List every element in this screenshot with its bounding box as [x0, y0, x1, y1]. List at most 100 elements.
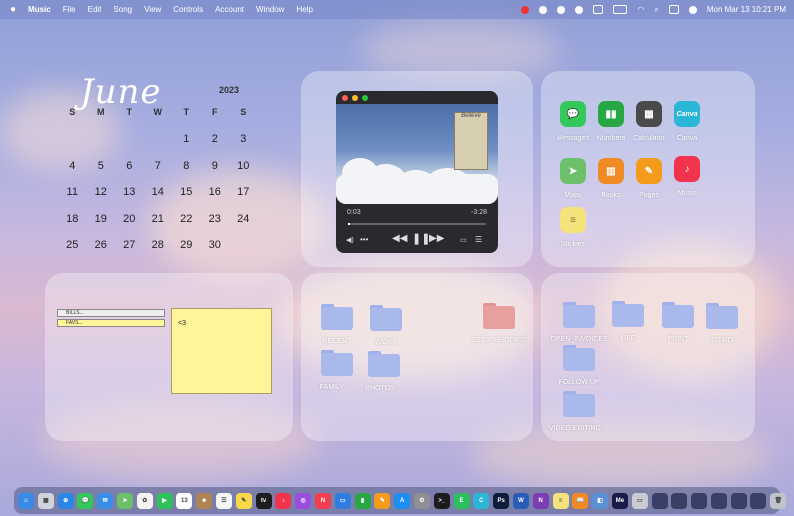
display-icon[interactable]: [593, 5, 604, 14]
dock-screenshot-icon[interactable]: ▭: [631, 492, 648, 509]
wifi-icon[interactable]: ◠: [637, 5, 644, 14]
dock-music-icon[interactable]: ♪: [275, 492, 292, 509]
dock-evernote-icon[interactable]: E: [453, 492, 470, 509]
dock-keynote-icon[interactable]: ▭: [334, 492, 351, 509]
chat-status-icon[interactable]: [539, 5, 548, 14]
folder-photos-icon[interactable]: [368, 351, 400, 377]
folder-life-icon[interactable]: [612, 301, 644, 327]
folder-video-editing-icon[interactable]: [563, 391, 595, 417]
pages-app-icon[interactable]: ✎: [636, 158, 662, 184]
dock-stickies-icon[interactable]: ≡: [552, 492, 569, 509]
pause-button[interactable]: ❚❚: [412, 232, 430, 245]
playback-progress-bar[interactable]: [348, 223, 486, 225]
music-app-icon[interactable]: ♪: [674, 156, 700, 182]
dock-reminders-icon[interactable]: ☰: [215, 492, 232, 509]
next-track-button[interactable]: ▶▶: [429, 233, 444, 244]
dock-terminal-icon[interactable]: >_: [433, 492, 450, 509]
folder-to-do-icon[interactable]: [706, 303, 738, 329]
dock-onenote-icon[interactable]: N: [532, 492, 549, 509]
stickies-app-icon[interactable]: ≡: [560, 207, 586, 233]
dock-finder-icon[interactable]: ☺: [18, 492, 34, 509]
dock-window-1-icon[interactable]: [651, 492, 668, 509]
calendar-day: [87, 133, 116, 159]
canva-app-icon[interactable]: Canva: [674, 101, 700, 127]
previous-track-button[interactable]: ◀◀: [392, 233, 407, 244]
battery-icon[interactable]: [613, 5, 628, 14]
folder-work-icon[interactable]: [370, 305, 402, 331]
dock-contacts-icon[interactable]: ☻: [196, 492, 213, 509]
folder-etsy-icon[interactable]: [483, 303, 515, 329]
apple-icon[interactable]: ●: [10, 4, 16, 15]
dock-numbers-icon[interactable]: ▮: [354, 492, 371, 509]
queue-icon[interactable]: ☰: [475, 235, 482, 244]
menu-edit[interactable]: Edit: [88, 5, 102, 14]
numbers-app-icon[interactable]: ▮▮: [598, 101, 624, 127]
menu-account[interactable]: Account: [215, 5, 244, 14]
control-center-icon[interactable]: [668, 5, 679, 14]
calendar-day: 19: [94, 212, 107, 225]
siri-icon[interactable]: [688, 5, 697, 14]
dock-window-4-icon[interactable]: [710, 492, 727, 509]
dock-news-icon[interactable]: N: [314, 492, 331, 509]
menu-controls[interactable]: Controls: [173, 5, 203, 14]
dock-preview-icon[interactable]: ◧: [592, 492, 609, 509]
dock-notes-icon[interactable]: ✎: [235, 492, 252, 509]
menu-view[interactable]: View: [144, 5, 161, 14]
chat-bubble-icon[interactable]: [557, 5, 566, 14]
zoom-window-button[interactable]: [362, 95, 368, 101]
dock-system-settings-icon[interactable]: ⚙: [413, 492, 430, 509]
dock-tv-icon[interactable]: tv: [255, 492, 272, 509]
play-status-icon[interactable]: [575, 5, 584, 14]
dock-app-store-icon[interactable]: A: [394, 492, 411, 509]
sticky-note[interactable]: <3: [171, 308, 272, 394]
folder-follow-up-icon[interactable]: [563, 345, 595, 371]
folder-print-icon[interactable]: [662, 302, 694, 328]
dock-launchpad-icon[interactable]: ▦: [37, 492, 54, 509]
folder-recent-icon[interactable]: [321, 304, 353, 330]
dock-photos-icon[interactable]: ✿: [136, 492, 153, 509]
dock-window-3-icon[interactable]: [691, 492, 708, 509]
calendar-day: 17: [237, 186, 250, 199]
volume-icon[interactable]: ◀): [346, 236, 354, 244]
books-app-icon[interactable]: ▥: [598, 158, 624, 184]
dock-word-icon[interactable]: W: [512, 492, 529, 509]
messages-app-icon[interactable]: 💬: [560, 101, 586, 127]
dock-window-5-icon[interactable]: [730, 492, 747, 509]
dock-maps-icon[interactable]: ➤: [116, 492, 133, 509]
dock-media-encoder-icon[interactable]: Me: [611, 492, 628, 509]
dock-calendar-icon[interactable]: 13: [176, 492, 193, 509]
minimize-window-button[interactable]: [352, 95, 358, 101]
menu-window[interactable]: Window: [256, 5, 284, 14]
sticky-tab-bills[interactable]: BILLS...: [57, 309, 165, 317]
menu-app-name[interactable]: Music: [28, 5, 51, 14]
more-options-icon[interactable]: •••: [360, 235, 368, 244]
album-artwork[interactable]: Believe: [336, 104, 498, 204]
folder-family-icon[interactable]: [321, 350, 353, 376]
dock-safari-icon[interactable]: ⊕: [57, 492, 74, 509]
maps-app-icon[interactable]: ➤: [560, 158, 586, 184]
dock-canva-icon[interactable]: C: [473, 492, 490, 509]
dock-photoshop-icon[interactable]: Ps: [493, 492, 510, 509]
dock-mail-icon[interactable]: ✉: [97, 492, 114, 509]
dock-facetime-icon[interactable]: ▶: [156, 492, 173, 509]
lyrics-icon[interactable]: ▭: [460, 236, 467, 244]
sticky-tab-favs[interactable]: FAVS...: [57, 319, 165, 327]
calendar-day: [229, 239, 258, 265]
dock-window-6-icon[interactable]: [750, 492, 767, 509]
menu-help[interactable]: Help: [296, 5, 312, 14]
dock-books-icon[interactable]: 📖: [572, 492, 589, 509]
mini-player[interactable]: Believe 0:03 -3:28 ◀) ••• ◀◀ ❚❚ ▶▶ ▭ ☰: [336, 91, 498, 253]
menu-file[interactable]: File: [63, 5, 76, 14]
dock-pages-icon[interactable]: ✎: [374, 492, 391, 509]
dock-podcasts-icon[interactable]: ◎: [295, 492, 312, 509]
menu-song[interactable]: Song: [113, 5, 132, 14]
dock-messages-icon[interactable]: 💬: [77, 492, 94, 509]
record-status-icon[interactable]: [521, 5, 530, 14]
dock-window-2-icon[interactable]: [671, 492, 688, 509]
folder-open-invoices-icon[interactable]: [563, 302, 595, 328]
close-window-button[interactable]: [342, 95, 348, 101]
search-icon[interactable]: ⌕: [654, 5, 658, 15]
dock-trash-icon[interactable]: 🗑: [770, 492, 787, 509]
menu-clock[interactable]: Mon Mar 13 10:21 PM: [707, 5, 786, 14]
calculator-app-icon[interactable]: ▦: [636, 101, 662, 127]
